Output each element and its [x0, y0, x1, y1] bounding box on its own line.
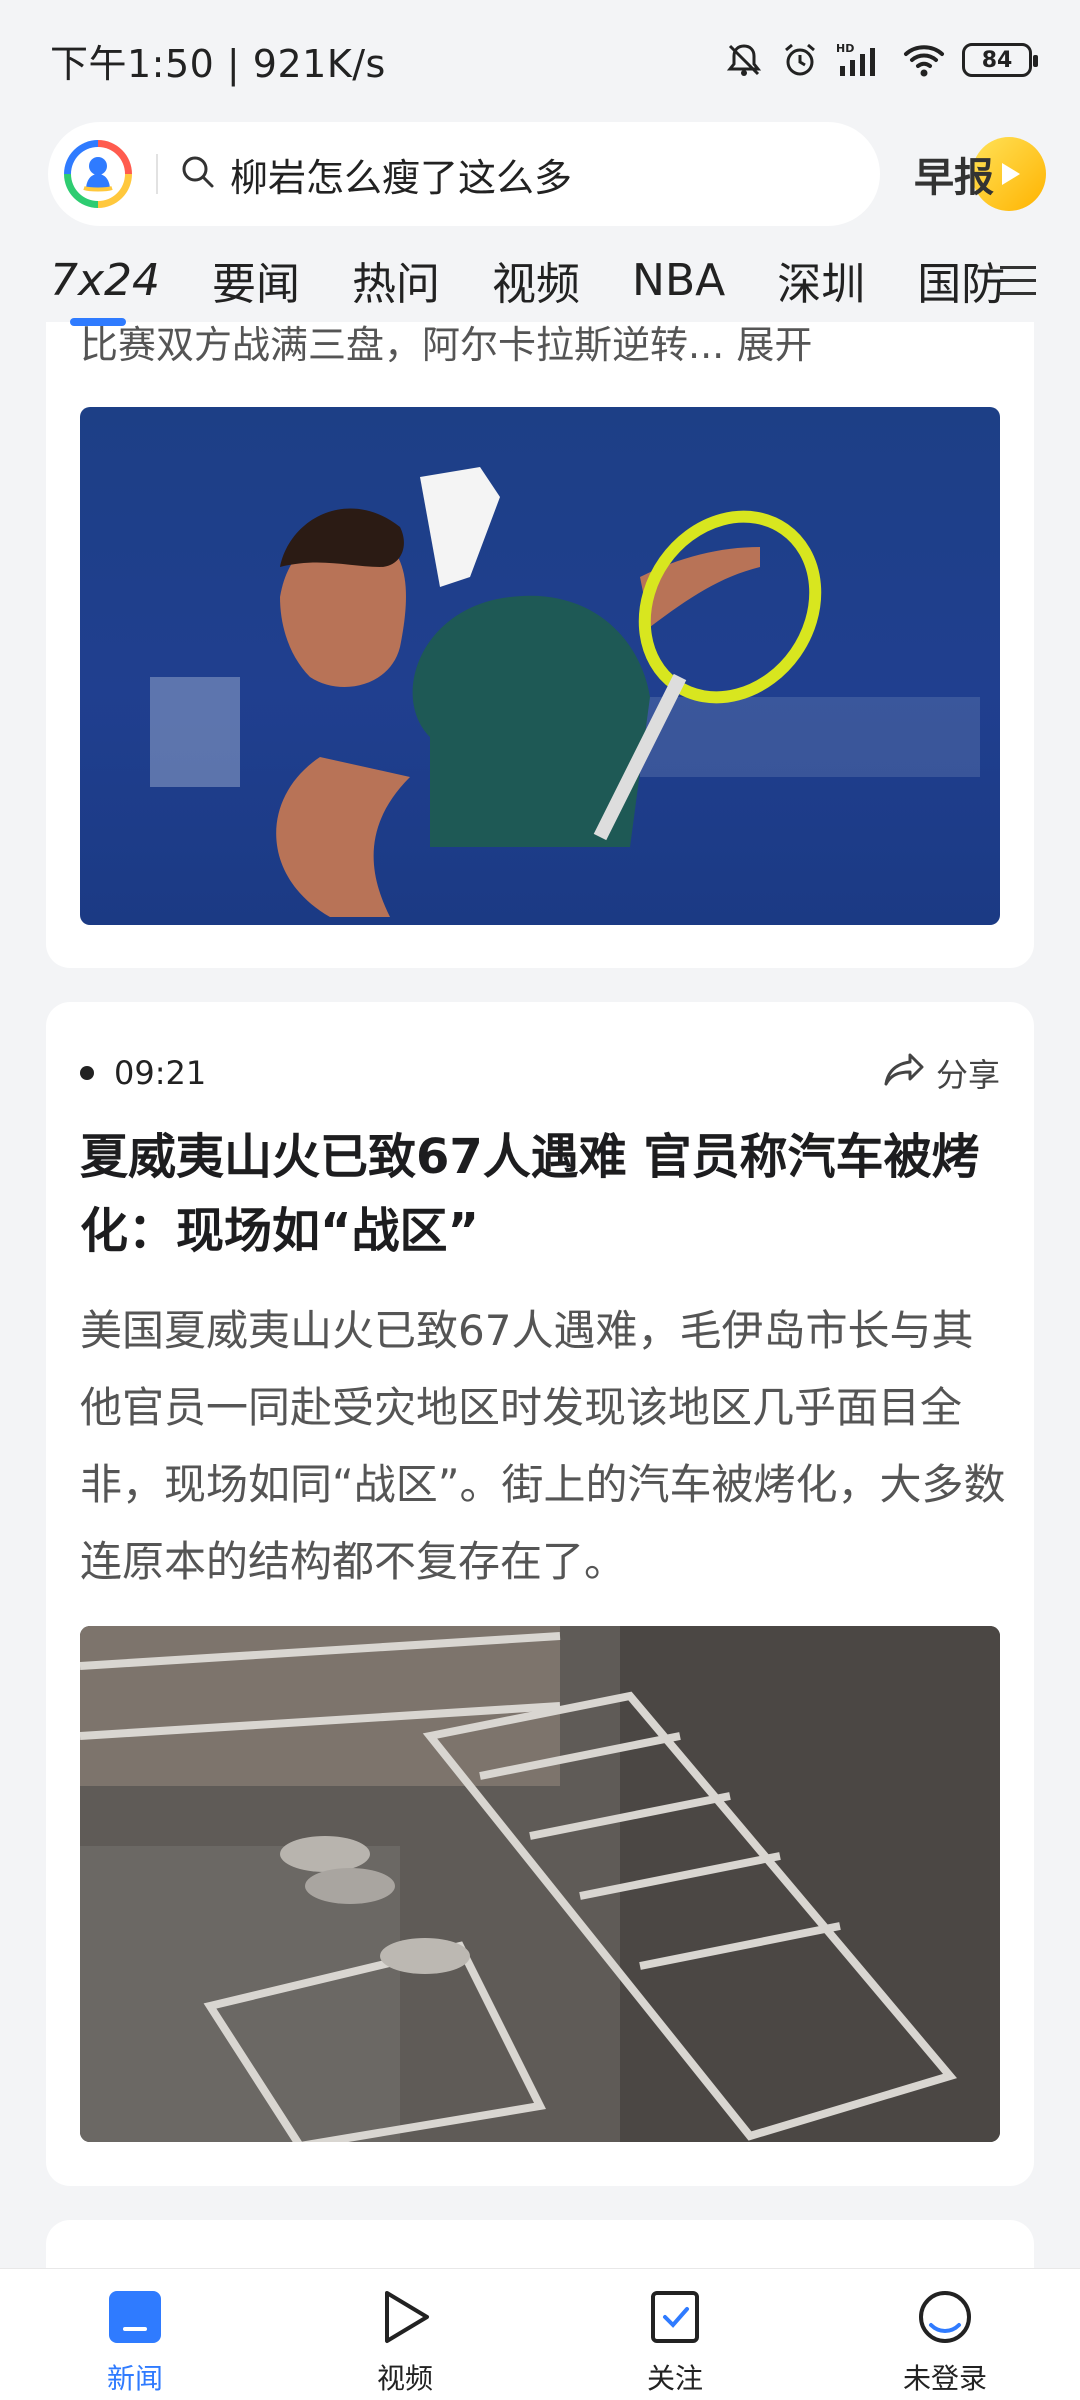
morning-report-button[interactable]: 早报	[914, 134, 1046, 214]
card-summary-truncated[interactable]: 比赛双方战满三盘，阿尔卡拉斯逆转... 展开	[80, 314, 812, 369]
news-card-wildfire[interactable]: 09:21 分享 夏威夷山火已致67人遇难 官员称汽车被烤化：现场如“战区” 美…	[46, 1002, 1034, 2186]
share-label: 分享	[935, 1056, 1000, 1094]
svg-text:HD: HD	[836, 42, 854, 55]
news-time: 09:21	[80, 1054, 206, 1092]
signal-icon: HD	[836, 40, 886, 80]
tab-nba[interactable]: NBA	[632, 255, 725, 306]
follow-icon	[647, 2289, 703, 2349]
tab-7x24[interactable]: 7x24	[50, 255, 160, 326]
nav-video[interactable]: 视频	[270, 2269, 540, 2400]
bottom-navigation: 新闻 视频 关注 未登录	[0, 2268, 1080, 2400]
profile-icon	[917, 2289, 973, 2349]
news-icon	[107, 2289, 163, 2349]
share-icon	[884, 1051, 926, 1095]
nav-news-label: 新闻	[106, 2362, 163, 2395]
channel-tabs: 7x24 要闻 热问 视频 NBA 深圳 国防	[0, 238, 1080, 326]
search-row: 柳岩怎么瘦了这么多 早报	[48, 122, 1048, 226]
battery-level: 84	[981, 47, 1013, 73]
status-icons: HD 84	[724, 40, 1038, 80]
tab-hot-questions[interactable]: 热问	[352, 248, 440, 312]
status-bar: 下午1:50 | 921K/s HD 84	[0, 0, 1080, 120]
wildfire-aftermath-image[interactable]	[80, 1626, 1000, 2142]
morning-report-label: 早报	[914, 155, 994, 201]
mute-bell-icon	[724, 40, 764, 80]
news-time-text: 09:21	[114, 1054, 207, 1092]
menu-icon[interactable]	[1000, 264, 1036, 302]
timeline-dot	[80, 1066, 94, 1080]
app-logo-icon[interactable]	[64, 140, 132, 208]
nav-follow[interactable]: 关注	[540, 2269, 810, 2400]
wifi-icon	[902, 40, 946, 80]
alarm-icon	[780, 40, 820, 80]
nav-video-label: 视频	[376, 2362, 433, 2395]
tab-defense[interactable]: 国防	[917, 248, 1005, 312]
nav-news[interactable]: 新闻	[0, 2269, 270, 2400]
nav-follow-label: 关注	[646, 2362, 703, 2395]
nav-profile-label: 未登录	[902, 2362, 987, 2395]
status-time-speed: 下午1:50 | 921K/s	[50, 41, 386, 86]
news-meta-row: 09:21 分享	[80, 1050, 1000, 1096]
share-button[interactable]: 分享	[884, 1050, 1000, 1096]
nav-profile[interactable]: 未登录	[810, 2269, 1080, 2400]
news-headline[interactable]: 夏威夷山火已致67人遇难 官员称汽车被烤化：现场如“战区”	[80, 1120, 1010, 1268]
tab-shenzhen[interactable]: 深圳	[777, 248, 865, 312]
tennis-player-image[interactable]	[80, 407, 1000, 925]
video-icon	[377, 2289, 433, 2349]
tab-headlines[interactable]: 要闻	[212, 248, 300, 312]
tab-video[interactable]: 视频	[492, 248, 580, 312]
search-box[interactable]: 柳岩怎么瘦了这么多	[48, 122, 880, 226]
news-summary[interactable]: 美国夏威夷山火已致67人遇难，毛伊岛市长与其他官员一同赴受灾地区时发现该地区几乎…	[80, 1292, 1010, 1600]
search-icon	[180, 154, 216, 194]
battery-icon: 84	[962, 43, 1038, 77]
search-query[interactable]: 柳岩怎么瘦了这么多	[230, 147, 572, 202]
news-card-tennis[interactable]: 比赛双方战满三盘，阿尔卡拉斯逆转... 展开	[46, 300, 1034, 968]
search-divider	[156, 154, 158, 194]
